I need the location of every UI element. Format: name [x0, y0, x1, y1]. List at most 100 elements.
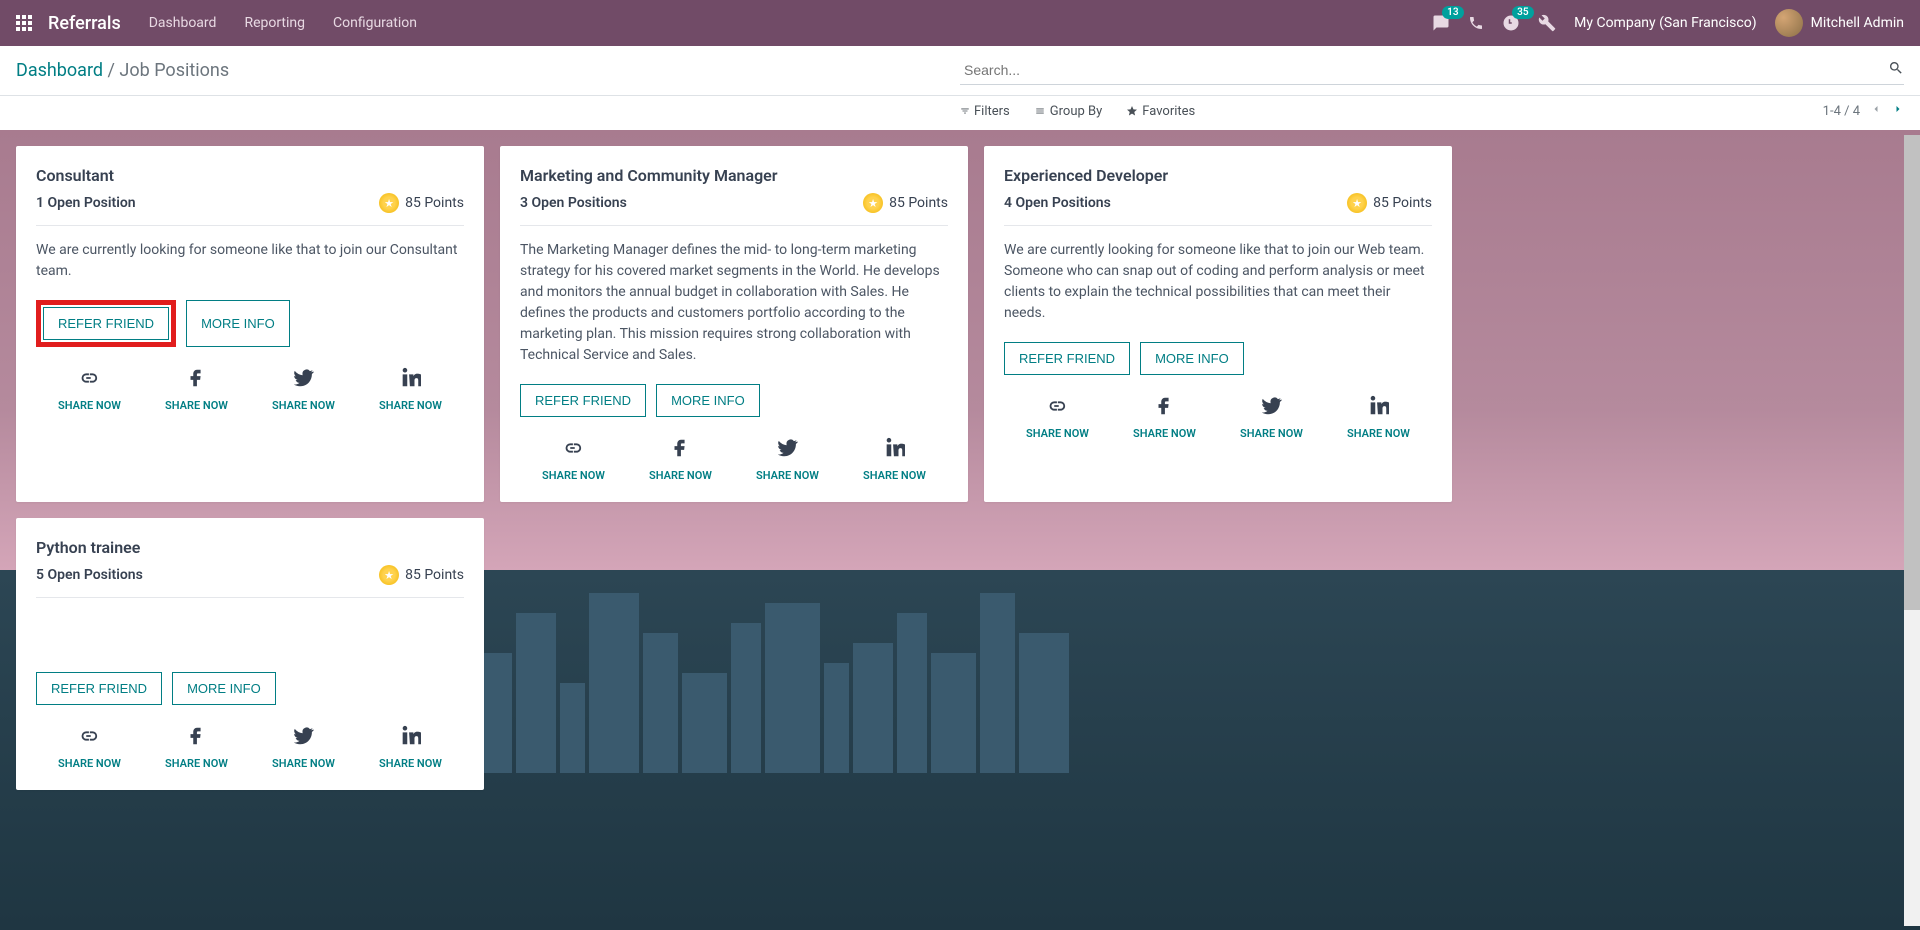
- card-description: We are currently looking for someone lik…: [1004, 240, 1432, 324]
- share-linkedin[interactable]: SHARE NOW: [379, 725, 442, 770]
- breadcrumb-root[interactable]: Dashboard: [16, 60, 103, 81]
- share-linkedin[interactable]: SHARE NOW: [1347, 395, 1410, 440]
- share-link[interactable]: SHARE NOW: [58, 725, 121, 770]
- share-twitter[interactable]: SHARE NOW: [272, 725, 335, 770]
- star-icon: ★: [379, 193, 399, 213]
- facebook-icon: [185, 367, 207, 393]
- app-title: Referrals: [48, 13, 121, 34]
- more-info-button[interactable]: MORE INFO: [186, 300, 290, 347]
- card-title: Consultant: [36, 166, 464, 185]
- more-info-button[interactable]: MORE INFO: [1140, 342, 1244, 375]
- scrollbar[interactable]: [1904, 135, 1920, 926]
- share-facebook[interactable]: SHARE NOW: [649, 437, 712, 482]
- link-icon: [78, 725, 100, 751]
- share-label: SHARE NOW: [379, 757, 442, 770]
- share-label: SHARE NOW: [58, 757, 121, 770]
- linkedin-icon: [883, 437, 905, 463]
- more-info-button[interactable]: MORE INFO: [656, 384, 760, 417]
- twitter-icon: [1260, 395, 1282, 421]
- twitter-icon: [776, 437, 798, 463]
- activities-badge: 35: [1512, 6, 1533, 19]
- nav-reporting[interactable]: Reporting: [244, 15, 305, 31]
- card-description: The Marketing Manager defines the mid- t…: [520, 240, 948, 366]
- share-label: SHARE NOW: [272, 399, 335, 412]
- link-icon: [1046, 395, 1068, 421]
- filterbar: Filters Group By Favorites 1-4 / 4: [0, 96, 1920, 130]
- job-card: Consultant 1 Open Position ★ 85 Points W…: [16, 146, 484, 502]
- refer-friend-button[interactable]: REFER FRIEND: [36, 672, 162, 705]
- search-input[interactable]: [960, 56, 1904, 85]
- share-label: SHARE NOW: [1026, 427, 1089, 440]
- company-switcher[interactable]: My Company (San Francisco): [1574, 15, 1756, 31]
- debug-tools-icon[interactable]: [1538, 14, 1556, 32]
- job-card: Python trainee 5 Open Positions ★ 85 Poi…: [16, 518, 484, 790]
- share-label: SHARE NOW: [649, 469, 712, 482]
- refer-friend-button[interactable]: REFER FRIEND: [520, 384, 646, 417]
- more-info-button[interactable]: MORE INFO: [172, 672, 276, 705]
- star-icon: ★: [379, 565, 399, 585]
- search-icon[interactable]: [1888, 60, 1904, 80]
- share-label: SHARE NOW: [542, 469, 605, 482]
- points: ★ 85 Points: [863, 193, 948, 213]
- share-facebook[interactable]: SHARE NOW: [165, 367, 228, 412]
- open-positions: 4 Open Positions: [1004, 195, 1111, 211]
- share-label: SHARE NOW: [272, 757, 335, 770]
- share-label: SHARE NOW: [1240, 427, 1303, 440]
- highlight-annotation: REFER FRIEND: [36, 300, 176, 347]
- topbar: Referrals Dashboard Reporting Configurat…: [0, 0, 1920, 46]
- avatar: [1775, 9, 1803, 37]
- share-label: SHARE NOW: [379, 399, 442, 412]
- scrollbar-thumb[interactable]: [1904, 135, 1920, 610]
- messages-badge: 13: [1442, 6, 1463, 19]
- share-label: SHARE NOW: [1347, 427, 1410, 440]
- open-positions: 3 Open Positions: [520, 195, 627, 211]
- refer-friend-button[interactable]: REFER FRIEND: [1004, 342, 1130, 375]
- share-link[interactable]: SHARE NOW: [542, 437, 605, 482]
- filters-button[interactable]: Filters: [960, 104, 1010, 119]
- pager-next[interactable]: [1892, 102, 1904, 120]
- share-facebook[interactable]: SHARE NOW: [1133, 395, 1196, 440]
- points: ★ 85 Points: [1347, 193, 1432, 213]
- job-card: Experienced Developer 4 Open Positions ★…: [984, 146, 1452, 502]
- share-label: SHARE NOW: [165, 757, 228, 770]
- nav-configuration[interactable]: Configuration: [333, 15, 417, 31]
- card-description: We are currently looking for someone lik…: [36, 240, 464, 282]
- messages-icon[interactable]: 13: [1432, 14, 1450, 32]
- open-positions: 1 Open Position: [36, 195, 136, 211]
- groupby-button[interactable]: Group By: [1034, 104, 1103, 119]
- user-menu[interactable]: Mitchell Admin: [1775, 9, 1904, 37]
- share-facebook[interactable]: SHARE NOW: [165, 725, 228, 770]
- card-title: Python trainee: [36, 538, 464, 557]
- share-label: SHARE NOW: [756, 469, 819, 482]
- pager-range: 1-4 / 4: [1823, 104, 1860, 119]
- share-label: SHARE NOW: [165, 399, 228, 412]
- share-twitter[interactable]: SHARE NOW: [272, 367, 335, 412]
- job-card: Marketing and Community Manager 3 Open P…: [500, 146, 968, 502]
- card-title: Experienced Developer: [1004, 166, 1432, 185]
- nav-dashboard[interactable]: Dashboard: [149, 15, 217, 31]
- share-label: SHARE NOW: [58, 399, 121, 412]
- linkedin-icon: [399, 725, 421, 751]
- breadcrumb-current: Job Positions: [119, 60, 229, 81]
- share-linkedin[interactable]: SHARE NOW: [379, 367, 442, 412]
- refer-friend-button[interactable]: REFER FRIEND: [43, 307, 169, 340]
- subheader: Dashboard / Job Positions: [0, 46, 1920, 96]
- phone-icon[interactable]: [1468, 15, 1484, 31]
- share-twitter[interactable]: SHARE NOW: [756, 437, 819, 482]
- share-linkedin[interactable]: SHARE NOW: [863, 437, 926, 482]
- activities-icon[interactable]: 35: [1502, 14, 1520, 32]
- share-label: SHARE NOW: [863, 469, 926, 482]
- favorites-button[interactable]: Favorites: [1126, 104, 1195, 119]
- share-link[interactable]: SHARE NOW: [1026, 395, 1089, 440]
- link-icon: [562, 437, 584, 463]
- breadcrumb: Dashboard / Job Positions: [16, 60, 229, 81]
- twitter-icon: [292, 367, 314, 393]
- share-link[interactable]: SHARE NOW: [58, 367, 121, 412]
- card-title: Marketing and Community Manager: [520, 166, 948, 185]
- pager-prev[interactable]: [1870, 102, 1882, 120]
- apps-menu-icon[interactable]: [16, 15, 32, 31]
- link-icon: [78, 367, 100, 393]
- share-twitter[interactable]: SHARE NOW: [1240, 395, 1303, 440]
- linkedin-icon: [399, 367, 421, 393]
- linkedin-icon: [1367, 395, 1389, 421]
